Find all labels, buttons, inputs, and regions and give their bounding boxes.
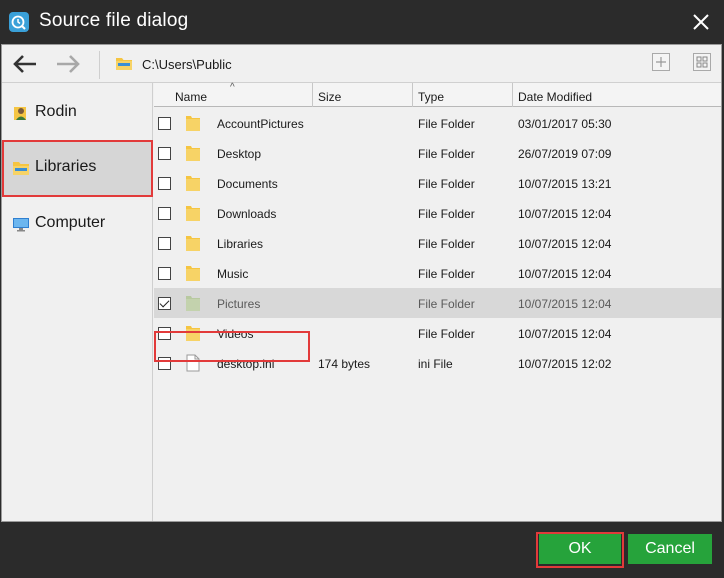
sidebar-item-label: Libraries: [35, 158, 97, 175]
file-date-modified: 03/01/2017 05:30: [518, 117, 612, 131]
row-checkbox[interactable]: [158, 117, 171, 130]
file-name: AccountPictures: [217, 117, 304, 131]
table-row[interactable]: AccountPictures File Folder 03/01/2017 05:…: [154, 108, 721, 138]
sidebar-item-computer[interactable]: Computer: [2, 196, 152, 252]
row-checkbox[interactable]: [158, 267, 171, 280]
file-date-modified: 10/07/2015 12:04: [518, 327, 612, 341]
grid-view-icon[interactable]: [693, 53, 711, 71]
file-type: File Folder: [418, 117, 475, 131]
sidebar-item-libraries[interactable]: Libraries: [2, 140, 152, 196]
file-type: File Folder: [418, 267, 475, 281]
row-checkbox[interactable]: [158, 237, 171, 250]
close-icon[interactable]: [690, 11, 712, 33]
current-path[interactable]: C:\Users\Public: [142, 57, 232, 72]
file-date-modified: 10/07/2015 12:04: [518, 237, 612, 251]
file-date-modified: 10/07/2015 12:02: [518, 357, 612, 371]
user-icon: [12, 104, 30, 122]
folder-icon: [185, 204, 201, 222]
column-label: Date Modified: [518, 90, 593, 104]
source-file-dialog: Source file dialog C:\Users\Public Rodin…: [0, 0, 724, 578]
column-label: Type: [418, 90, 445, 104]
file-icon: [185, 354, 201, 372]
table-row[interactable]: Videos File Folder 10/07/2015 12:04: [154, 318, 721, 348]
title-bar: Source file dialog: [0, 0, 724, 44]
file-name: desktop.ini: [217, 357, 275, 371]
folder-icon: [185, 114, 201, 132]
file-list: ^ Name Size Type Date Modified AccountPi…: [154, 82, 721, 521]
table-row[interactable]: desktop.ini 174 bytes ini File 10/07/2015 1…: [154, 348, 721, 378]
dialog-content: C:\Users\Public Rodin Libraries Computer…: [1, 44, 722, 522]
sidebar-item-label: Computer: [35, 214, 106, 231]
file-name: Downloads: [217, 207, 277, 221]
file-date-modified: 10/07/2015 12:04: [518, 297, 612, 311]
folder-icon: [185, 174, 201, 192]
column-header-type[interactable]: Type: [413, 83, 513, 107]
toolbar: C:\Users\Public: [2, 45, 721, 83]
sidebar: Rodin Libraries Computer: [2, 83, 153, 521]
column-header-date[interactable]: Date Modified: [513, 83, 721, 107]
file-name: Desktop: [217, 147, 262, 161]
folder-icon: [185, 234, 201, 252]
table-row[interactable]: Libraries File Folder 10/07/2015 12:04: [154, 228, 721, 258]
row-checkbox[interactable]: [158, 327, 171, 340]
ok-button[interactable]: OK: [539, 534, 621, 564]
row-checkbox[interactable]: [158, 177, 171, 190]
table-row[interactable]: Pictures File Folder 10/07/2015 12:04: [154, 288, 721, 318]
dialog-footer: OK Cancel: [0, 522, 724, 578]
cancel-button[interactable]: Cancel: [628, 534, 712, 564]
sort-ascending-icon: ^: [230, 82, 235, 93]
column-header-name[interactable]: ^ Name: [154, 82, 313, 107]
table-row[interactable]: Desktop File Folder 26/07/2019 07:09: [154, 138, 721, 168]
column-label: Size: [318, 90, 342, 104]
file-name: Music: [217, 267, 249, 281]
file-date-modified: 10/07/2015 12:04: [518, 207, 612, 221]
file-date-modified: 26/07/2019 07:09: [518, 147, 612, 161]
file-type: File Folder: [418, 207, 475, 221]
arrow-left-icon[interactable]: [11, 52, 39, 76]
row-checkbox[interactable]: [158, 297, 171, 310]
row-checkbox[interactable]: [158, 357, 171, 370]
column-label: Name: [175, 90, 208, 104]
folder-icon: [185, 294, 201, 312]
sidebar-item-rodin[interactable]: Rodin: [2, 85, 152, 141]
dialog-title: Source file dialog: [39, 10, 189, 31]
new-folder-icon[interactable]: [652, 53, 670, 71]
table-row[interactable]: Music File Folder 10/07/2015 12:04: [154, 258, 721, 288]
file-type: File Folder: [418, 147, 475, 161]
toolbar-divider: [99, 51, 100, 79]
file-name: Videos: [217, 327, 254, 341]
sidebar-item-label: Rodin: [35, 103, 77, 120]
library-folder-icon: [115, 55, 133, 71]
file-date-modified: 10/07/2015 12:04: [518, 267, 612, 281]
file-date-modified: 10/07/2015 13:21: [518, 177, 612, 191]
monitor-icon: [12, 215, 30, 233]
row-checkbox[interactable]: [158, 147, 171, 160]
library-folder-icon: [12, 159, 30, 177]
list-header: ^ Name Size Type Date Modified: [154, 82, 721, 107]
file-type: File Folder: [418, 327, 475, 341]
file-name: Libraries: [217, 237, 264, 251]
file-type: File Folder: [418, 177, 475, 191]
file-type: File Folder: [418, 237, 475, 251]
column-header-size[interactable]: Size: [313, 83, 413, 107]
folder-icon: [185, 264, 201, 282]
folder-icon: [185, 324, 201, 342]
table-row[interactable]: Documents File Folder 10/07/2015 13:21: [154, 168, 721, 198]
file-type: File Folder: [418, 297, 475, 311]
backup-app-icon: [9, 12, 29, 32]
file-size: 174 bytes: [318, 357, 371, 371]
file-name: Pictures: [217, 297, 261, 311]
row-checkbox[interactable]: [158, 207, 171, 220]
arrow-right-icon[interactable]: [54, 52, 82, 76]
file-name: Documents: [217, 177, 278, 191]
table-row[interactable]: Downloads File Folder 10/07/2015 12:04: [154, 198, 721, 228]
folder-icon: [185, 144, 201, 162]
file-type: ini File: [418, 357, 453, 371]
